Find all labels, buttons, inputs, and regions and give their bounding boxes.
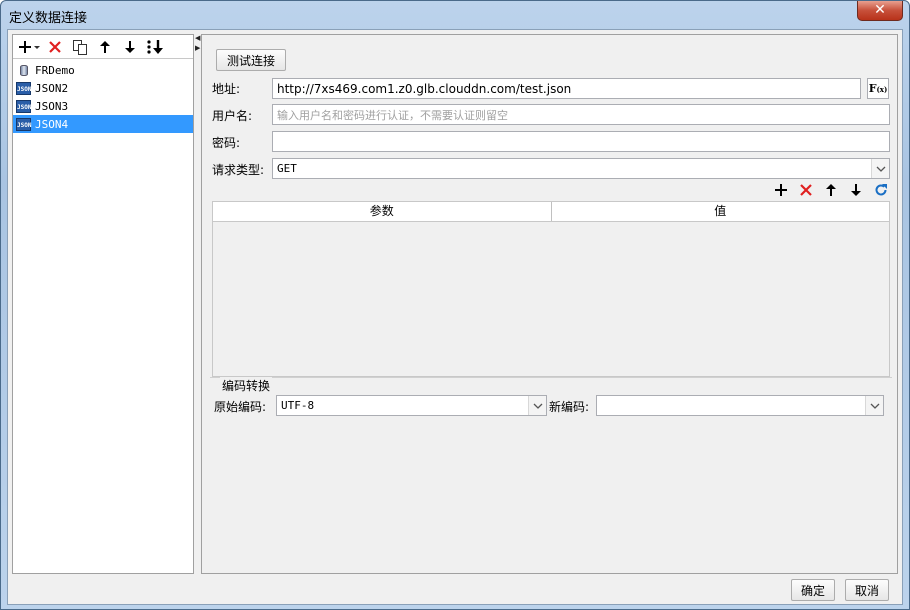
new-encoding-select[interactable] (596, 395, 884, 416)
formula-icon: F(x) (868, 82, 888, 95)
move-down-button[interactable] (117, 37, 142, 57)
tree-item-frdemo[interactable]: FRDemo (13, 61, 193, 79)
address-input[interactable]: http://7xs469.com1.z0.glb.clouddn.com/te… (272, 78, 861, 99)
json-icon: JSON (16, 99, 31, 113)
arrow-down-icon (124, 40, 135, 53)
dialog-footer: 确定 取消 (8, 578, 902, 604)
arrow-up-icon (99, 40, 110, 53)
original-encoding-label: 原始编码: (214, 400, 267, 414)
param-up-button[interactable] (818, 179, 843, 201)
collapse-left-icon[interactable]: ◀ (195, 34, 200, 42)
delete-param-button[interactable] (793, 179, 818, 201)
json-icon: JSON (16, 117, 31, 131)
cancel-button[interactable]: 取消 (845, 579, 889, 601)
copy-icon (72, 39, 87, 55)
formula-button[interactable]: F(x) (867, 78, 889, 99)
close-icon: ✕ (874, 2, 886, 18)
tree-item-label: JSON3 (35, 99, 69, 113)
param-toolbar (768, 179, 893, 201)
tree-item-label: JSON4 (35, 117, 69, 131)
arrow-up-icon (825, 184, 836, 196)
arrow-down-icon (850, 184, 861, 196)
test-connection-button[interactable]: 测试连接 (216, 49, 286, 71)
username-input[interactable]: 输入用户名和密码进行认证，不需要认证则留空 (272, 104, 890, 125)
new-encoding-label: 新编码: (549, 400, 590, 414)
delete-icon (48, 40, 61, 53)
encoding-group-title: 编码转换 (220, 377, 273, 394)
add-param-button[interactable] (768, 179, 793, 201)
tree-item-json3[interactable]: JSON JSON3 (13, 97, 193, 115)
connection-detail-panel: 测试连接 地址: http://7xs469.com1.z0.glb.cloud… (201, 34, 898, 574)
add-icon (18, 40, 40, 53)
delete-icon (799, 184, 812, 196)
chevron-down-icon[interactable] (865, 396, 883, 415)
password-input[interactable] (272, 131, 890, 152)
dialog-client: FRDemo JSON JSON2 JSON JSON3 JSON JSON4 … (7, 29, 903, 605)
param-down-button[interactable] (843, 179, 868, 201)
tree-item-json2[interactable]: JSON JSON2 (13, 79, 193, 97)
connection-list-panel: FRDemo JSON JSON2 JSON JSON3 JSON JSON4 (12, 34, 194, 574)
connection-toolbar (13, 35, 193, 59)
original-encoding-value: UTF-8 (281, 399, 315, 412)
copy-connection-button[interactable] (67, 37, 92, 57)
add-connection-button[interactable] (17, 37, 42, 57)
sort-icon (146, 39, 163, 54)
chevron-down-icon[interactable] (871, 159, 889, 178)
refresh-param-button[interactable] (868, 179, 893, 201)
chevron-down-icon[interactable] (528, 396, 546, 415)
connection-tree: FRDemo JSON JSON2 JSON JSON3 JSON JSON4 (13, 59, 193, 133)
refresh-icon (875, 184, 887, 196)
add-icon (774, 184, 787, 196)
tree-item-label: JSON2 (35, 81, 69, 95)
username-label: 用户名: (212, 109, 253, 123)
request-type-select[interactable]: GET (272, 158, 890, 179)
request-type-value: GET (277, 162, 297, 175)
window-title: 定义数据连接 (9, 11, 88, 26)
close-button[interactable]: ✕ (857, 1, 903, 21)
delete-connection-button[interactable] (42, 37, 67, 57)
column-header-param[interactable]: 参数 (213, 202, 552, 221)
tree-item-json4[interactable]: JSON JSON4 (13, 115, 193, 133)
address-label: 地址: (212, 82, 241, 96)
encoding-group: 编码转换 原始编码: UTF-8 新编码: (210, 377, 892, 419)
ok-button[interactable]: 确定 (791, 579, 835, 601)
tree-item-label: FRDemo (35, 63, 75, 77)
json-icon: JSON (16, 81, 31, 95)
expand-right-icon[interactable]: ▶ (195, 44, 200, 52)
request-type-label: 请求类型: (212, 163, 265, 177)
sort-button[interactable] (142, 37, 167, 57)
original-encoding-select[interactable]: UTF-8 (276, 395, 547, 416)
database-icon (16, 63, 31, 77)
move-up-button[interactable] (92, 37, 117, 57)
param-table: 参数 值 (212, 201, 890, 377)
password-label: 密码: (212, 136, 241, 150)
dialog-window: 定义数据连接 ✕ FRDemo JSON JSON2 JSON JSON3 JS… (0, 0, 910, 610)
column-header-value[interactable]: 值 (552, 202, 890, 221)
param-table-header: 参数 值 (213, 202, 889, 222)
title-bar[interactable]: 定义数据连接 ✕ (1, 1, 909, 29)
